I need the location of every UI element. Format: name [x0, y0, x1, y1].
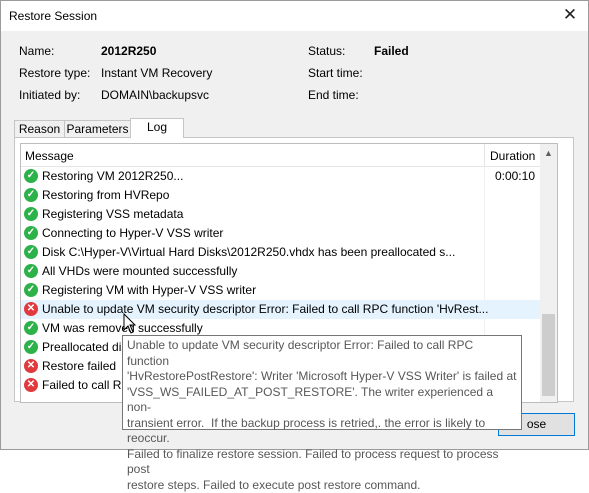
start-time-label: Start time: — [308, 66, 363, 80]
log-message: Disk C:\Hyper-V\Virtual Hard Disks\2012R… — [42, 245, 456, 259]
tab-reason[interactable]: Reason — [14, 120, 65, 137]
log-message: Restore failed — [42, 359, 117, 373]
log-duration: 0:00:10 — [494, 169, 535, 183]
scroll-up-icon[interactable]: ▲ — [544, 148, 553, 158]
log-list-header: Message Duration — [21, 144, 541, 167]
message-column-header[interactable]: Message — [25, 149, 74, 163]
check-circle-icon: ✓ — [24, 207, 38, 221]
log-row[interactable]: ✓ All VHDs were mounted successfully — [21, 262, 541, 281]
log-row[interactable]: ✓ Restoring VM 2012R250... 0:00:10 — [21, 167, 541, 186]
error-circle-icon: ✕ — [24, 378, 38, 392]
end-time-label: End time: — [308, 88, 359, 102]
initiated-by-value: DOMAIN\backupsvc — [101, 88, 210, 102]
name-value: 2012R250 — [101, 44, 157, 58]
log-row[interactable]: ✓ Registering VM with Hyper-V VSS writer — [21, 281, 541, 300]
check-circle-icon: ✓ — [24, 169, 38, 183]
log-scrollbar[interactable]: ▲ — [540, 143, 558, 403]
check-circle-icon: ✓ — [24, 340, 38, 354]
initiated-by-label: Initiated by: — [19, 88, 81, 102]
error-tooltip: Unable to update VM security descriptor … — [122, 335, 522, 492]
status-value: Failed — [374, 44, 409, 58]
log-message: Registering VM with Hyper-V VSS writer — [42, 283, 257, 297]
check-circle-icon: ✓ — [24, 321, 38, 335]
log-message: Connecting to Hyper-V VSS writer — [42, 226, 224, 240]
check-circle-icon: ✓ — [24, 245, 38, 259]
log-message: Restoring from HVRepo — [42, 188, 170, 202]
log-row[interactable]: ✓ Connecting to Hyper-V VSS writer — [21, 224, 541, 243]
name-label: Name: — [19, 44, 55, 58]
error-circle-icon: ✕ — [24, 302, 38, 316]
check-circle-icon: ✓ — [24, 264, 38, 278]
log-message: Preallocated disk — [42, 340, 134, 354]
check-circle-icon: ✓ — [24, 283, 38, 297]
log-row[interactable]: ✕ Unable to update VM security descriptor… — [21, 300, 541, 319]
mouse-cursor-icon — [123, 313, 137, 334]
tab-parameters[interactable]: Parameters — [64, 120, 131, 137]
log-row[interactable]: ✓ Registering VSS metadata — [21, 205, 541, 224]
check-circle-icon: ✓ — [24, 188, 38, 202]
log-row[interactable]: ✓ Restoring from HVRepo — [21, 186, 541, 205]
log-message: All VHDs were mounted successfully — [42, 264, 238, 278]
status-label: Status: — [308, 44, 346, 58]
title-bar: Restore Session ✕ — [1, 1, 588, 31]
check-circle-icon: ✓ — [24, 226, 38, 240]
tab-log[interactable]: Log — [130, 118, 184, 138]
scrollbar-thumb[interactable] — [542, 314, 555, 396]
restore-type-label: Restore type: — [19, 66, 91, 80]
column-divider[interactable] — [484, 144, 485, 166]
error-circle-icon: ✕ — [24, 359, 38, 373]
duration-column-header[interactable]: Duration — [490, 149, 535, 163]
restore-type-value: Instant VM Recovery — [101, 66, 213, 80]
window-title: Restore Session — [9, 9, 98, 23]
log-message: Restoring VM 2012R250... — [42, 169, 184, 183]
log-message: Unable to update VM security descriptor … — [42, 302, 489, 316]
log-message: Registering VSS metadata — [42, 207, 184, 221]
close-window-icon[interactable]: ✕ — [560, 4, 580, 26]
log-row[interactable]: ✓ Disk C:\Hyper-V\Virtual Hard Disks\2012… — [21, 243, 541, 262]
